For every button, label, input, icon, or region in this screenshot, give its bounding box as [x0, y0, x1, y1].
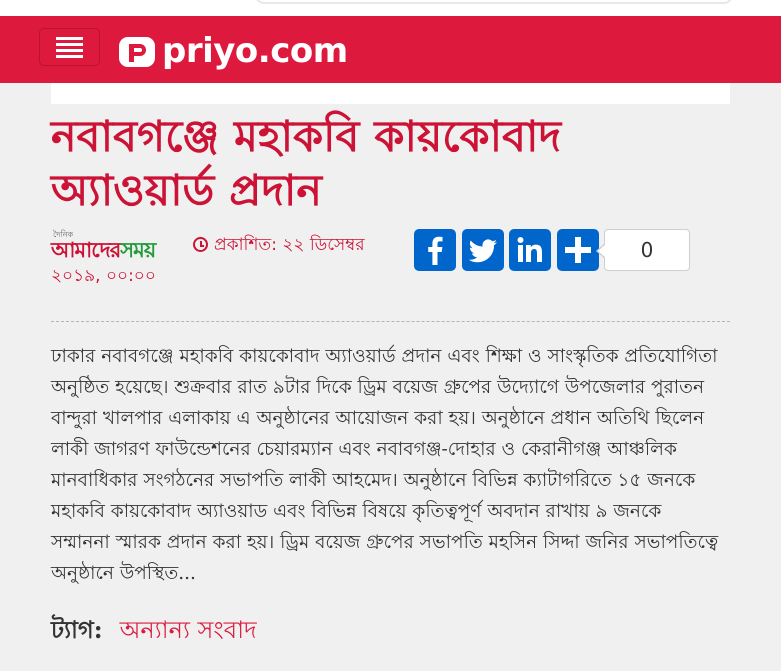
site-logo[interactable]: priyo.com: [118, 29, 348, 73]
published-label: প্রকাশিত:: [214, 235, 277, 255]
facebook-icon: [428, 236, 443, 265]
share-plus-icon: [565, 237, 591, 263]
share-more-button[interactable]: [557, 229, 599, 271]
top-strip: [0, 0, 781, 16]
facebook-share-button[interactable]: [414, 229, 456, 271]
menu-toggle-button[interactable]: [39, 28, 100, 66]
publish-info: প্রকাশিত: ২২ ডিসেম্বর ২০১৯, ০০:০০: [51, 230, 381, 292]
logo-text: priyo.com: [162, 31, 348, 71]
linkedin-icon: [517, 237, 542, 262]
clock-icon: [193, 237, 208, 252]
article-headline: নবাবগঞ্জে মহাকবি কায়কোবাদ অ্যাওয়ার্ড প…: [51, 112, 562, 216]
tag-link[interactable]: অন্যান্য সংবাদ: [120, 612, 257, 652]
site-header: priyo.com: [0, 16, 781, 83]
twitter-share-button[interactable]: [462, 229, 504, 271]
tags-row: ট্যাগ: অন্যান্য সংবাদ: [51, 612, 257, 652]
linkedin-share-button[interactable]: [509, 229, 551, 271]
twitter-icon: [468, 239, 497, 263]
share-count: 0: [596, 229, 690, 271]
tags-label: ট্যাগ:: [51, 615, 103, 644]
priyo-logo-icon: [119, 37, 155, 67]
article-body: ঢাকার নবাবগঞ্জে মহাকবি কায়কোবাদ অ্যাওয়…: [51, 346, 719, 584]
content-divider: [51, 321, 730, 322]
ad-banner: [51, 83, 730, 104]
search-input[interactable]: [255, 0, 733, 4]
hamburger-icon: [56, 36, 83, 40]
